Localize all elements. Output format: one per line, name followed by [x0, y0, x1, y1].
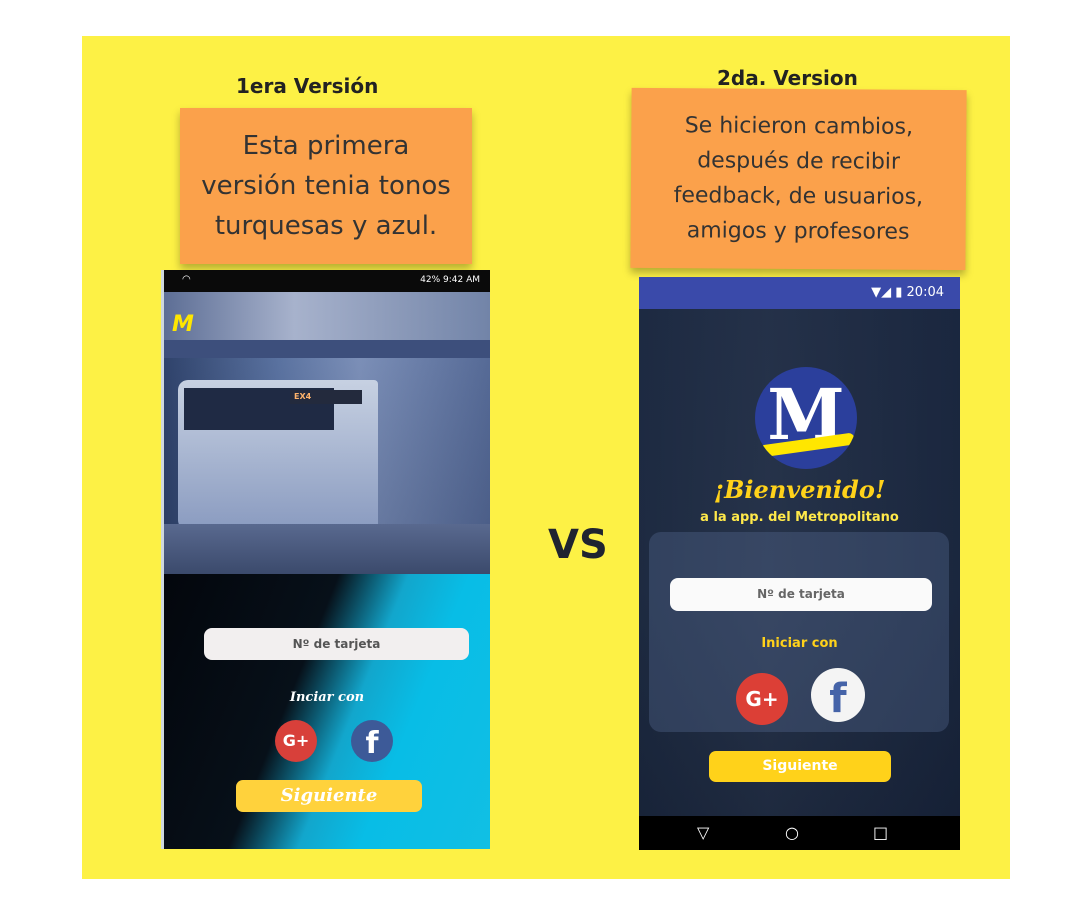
- status-bar: ▼◢ ▮ 20:04: [639, 277, 960, 309]
- phone-screenshot-v2: ▼◢ ▮ 20:04 M ¡Bienvenido! a la app. del …: [639, 277, 960, 850]
- status-time: 20:04: [906, 285, 944, 300]
- vs-label: VS: [548, 522, 608, 568]
- login-with-label: Inciar con: [289, 690, 365, 705]
- left-sticky-note: Esta primera versión tenia tonos turques…: [180, 108, 472, 264]
- status-bar: ◠ 42% 9:42 AM: [164, 270, 490, 292]
- bus-station-photo: EX4 M: [164, 292, 490, 574]
- login-panel: Nº de tarjeta Inciar con G+ f Siguiente: [164, 574, 490, 849]
- wifi-icon: ◠: [182, 274, 191, 285]
- facebook-button[interactable]: f: [351, 720, 393, 762]
- card-number-input[interactable]: Nº de tarjeta: [670, 578, 932, 611]
- home-icon[interactable]: ○: [785, 823, 799, 843]
- bus-background-image: [649, 532, 949, 732]
- facebook-button[interactable]: f: [811, 668, 865, 722]
- google-plus-button[interactable]: G+: [736, 673, 788, 725]
- recent-apps-icon[interactable]: □: [873, 823, 888, 843]
- status-info: 42% 9:42 AM: [420, 275, 480, 285]
- back-icon[interactable]: ▽: [697, 823, 709, 843]
- status-info: ▼◢ ▮ 20:04: [871, 285, 944, 300]
- login-with-label: Iniciar con: [761, 636, 838, 651]
- right-sticky-note-text: Se hicieron cambios, después de recibir …: [673, 113, 924, 245]
- google-plus-button[interactable]: G+: [275, 720, 317, 762]
- metropolitano-logo: M: [172, 312, 194, 337]
- bus-route-sign: EX4: [290, 390, 362, 404]
- left-column-title: 1era Versión: [236, 74, 379, 98]
- signal-icon: ▼◢ ▮: [871, 285, 903, 300]
- next-button[interactable]: Siguiente: [709, 751, 891, 782]
- left-sticky-note-text: Esta primera versión tenia tonos turques…: [201, 131, 451, 241]
- welcome-subtitle: a la app. del Metropolitano: [700, 510, 899, 525]
- welcome-heading: ¡Bienvenido!: [713, 475, 886, 504]
- right-column-title: 2da. Version: [717, 66, 858, 90]
- right-sticky-note: Se hicieron cambios, después de recibir …: [630, 87, 967, 271]
- metropolitano-logo: M: [755, 367, 857, 469]
- phone-screenshot-v1: ◠ 42% 9:42 AM EX4 M Nº de tarjeta Inciar…: [161, 270, 490, 849]
- station-roof: [164, 340, 490, 358]
- card-number-input[interactable]: Nº de tarjeta: [204, 628, 469, 660]
- android-nav-bar: ▽ ○ □: [639, 816, 960, 850]
- next-button[interactable]: Siguiente: [236, 780, 422, 812]
- photo-background: [164, 292, 490, 342]
- road: [164, 524, 490, 574]
